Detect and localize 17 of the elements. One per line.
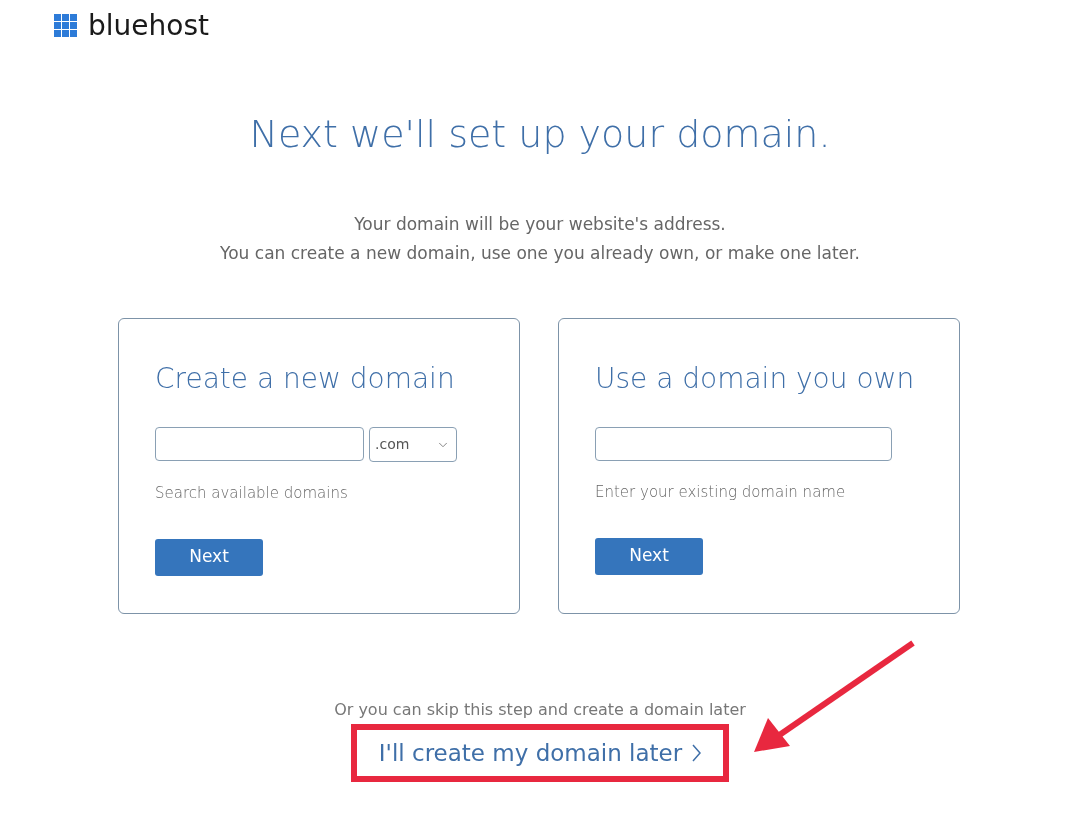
intro-text: You can create a new domain, use one you already own, or make one later. — [220, 242, 860, 265]
skip-text: Or you can skip this step and create a domain later — [334, 699, 746, 721]
chevron-right-icon — [692, 744, 702, 762]
grid-logo-icon — [54, 14, 78, 38]
card-title: Create a new domain — [155, 361, 456, 397]
skip-link[interactable]: I'll create my domain later — [378, 736, 702, 770]
domain-field[interactable] — [155, 427, 364, 461]
page-heading: Next we'll set up your domain. — [248, 111, 832, 158]
next-button[interactable]: Next — [595, 537, 703, 575]
logo-text: bluehost — [88, 12, 209, 40]
card-title: Use a domain you own — [595, 361, 916, 397]
tld-dropdown[interactable]: .com — [369, 427, 457, 462]
domain-field[interactable] — [595, 427, 892, 461]
field-hint: Search available domains — [155, 483, 349, 504]
next-button[interactable]: Next — [155, 538, 263, 576]
intro-text: Your domain will be your website's address. — [354, 213, 726, 236]
field-hint: Enter your existing domain name — [595, 482, 847, 503]
